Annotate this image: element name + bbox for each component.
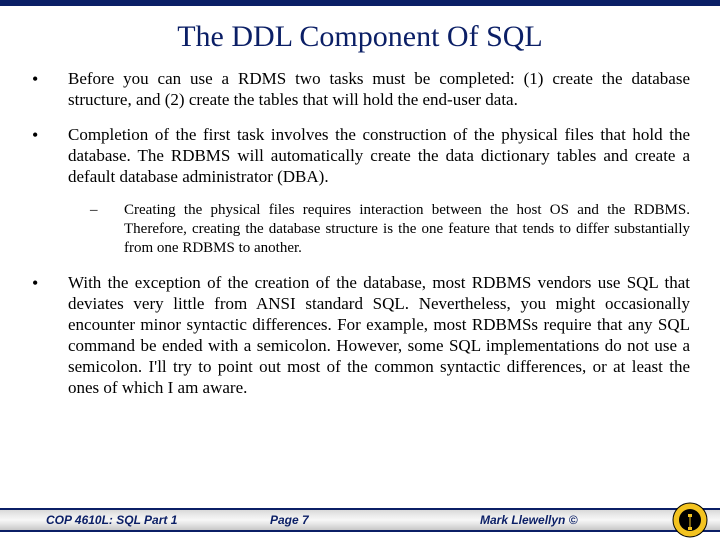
- bullet-1: • Before you can use a RDMS two tasks mu…: [30, 68, 690, 110]
- bullet-2: • Completion of the first task involves …: [30, 124, 690, 187]
- footer-page: Page 7: [270, 513, 450, 527]
- slide-title: The DDL Component Of SQL: [0, 20, 720, 54]
- sub-bullet-2-1: – Creating the physical files requires i…: [90, 201, 690, 258]
- bullet-mark: •: [30, 272, 68, 398]
- bullet-text: With the exception of the creation of th…: [68, 272, 690, 398]
- footer-bar: COP 4610L: SQL Part 1 Page 7 Mark Llewel…: [0, 508, 720, 532]
- sub-bullet-mark: –: [90, 201, 124, 258]
- bullet-3: • With the exception of the creation of …: [30, 272, 690, 398]
- slide-footer: COP 4610L: SQL Part 1 Page 7 Mark Llewel…: [0, 502, 720, 540]
- ucf-logo-icon: [672, 502, 708, 538]
- bullet-text: Completion of the first task involves th…: [68, 124, 690, 187]
- sub-bullet-text: Creating the physical files requires int…: [124, 201, 690, 258]
- footer-course: COP 4610L: SQL Part 1: [0, 513, 270, 527]
- bullet-mark: •: [30, 124, 68, 187]
- slide-body: • Before you can use a RDMS two tasks mu…: [0, 68, 720, 398]
- bullet-mark: •: [30, 68, 68, 110]
- bullet-text: Before you can use a RDMS two tasks must…: [68, 68, 690, 110]
